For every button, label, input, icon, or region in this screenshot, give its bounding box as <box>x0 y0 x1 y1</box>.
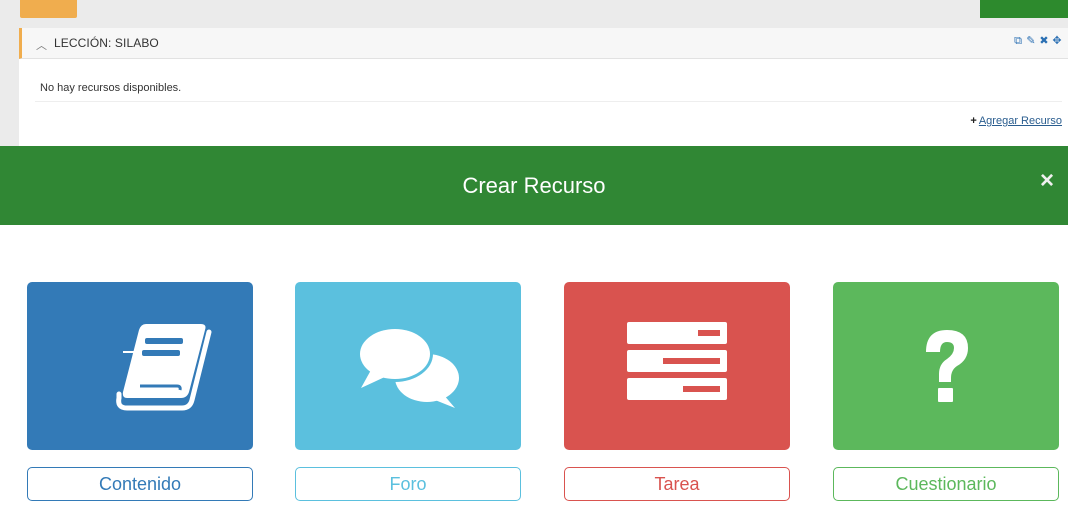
add-resource-link[interactable]: + Agregar Recurso <box>970 115 1062 127</box>
green-button-partial[interactable] <box>980 0 1068 18</box>
divider <box>35 101 1062 102</box>
move-icon[interactable]: ✥ <box>1052 35 1062 47</box>
pencil-icon[interactable]: ✎ <box>1026 35 1036 47</box>
tarea-tile[interactable] <box>564 282 790 450</box>
chevron-up-icon[interactable]: ︿ <box>36 37 47 53</box>
cuestionario-button[interactable]: Cuestionario <box>833 467 1059 501</box>
close-icon[interactable]: × <box>1036 168 1058 194</box>
question-mark-icon <box>926 330 968 402</box>
delete-icon[interactable]: ✖ <box>1039 35 1049 47</box>
plus-icon: + <box>970 115 977 127</box>
orange-button-partial[interactable] <box>20 0 77 18</box>
modal-header: Crear Recurso × <box>0 146 1068 225</box>
modal-title: Crear Recurso <box>462 173 606 198</box>
foro-button[interactable]: Foro <box>295 467 521 501</box>
cuestionario-tile[interactable] <box>833 282 1059 450</box>
empty-resources-message: No hay recursos disponibles. <box>40 82 182 94</box>
contenido-tile[interactable] <box>27 282 253 450</box>
task-list-icon <box>627 322 727 400</box>
tarea-button[interactable]: Tarea <box>564 467 790 501</box>
copy-icon[interactable]: ⧉ <box>1013 35 1023 47</box>
foro-tile[interactable] <box>295 282 521 450</box>
contenido-button[interactable]: Contenido <box>27 467 253 501</box>
chat-bubbles-icon <box>357 326 459 408</box>
lesson-panel: ︿ LECCIÓN: SILABO ⧉ ✎ ✖ ✥ No hay recurso… <box>19 28 1068 146</box>
background-page: ︿ LECCIÓN: SILABO ⧉ ✎ ✖ ✥ No hay recurso… <box>0 0 1068 146</box>
lesson-title: LECCIÓN: SILABO <box>54 36 159 50</box>
lesson-header[interactable]: ︿ LECCIÓN: SILABO ⧉ ✎ ✖ ✥ <box>19 28 1068 59</box>
add-resource-label: Agregar Recurso <box>978 115 1062 127</box>
book-icon <box>116 324 212 411</box>
lesson-toolbar: ⧉ ✎ ✖ ✥ <box>1013 35 1062 47</box>
